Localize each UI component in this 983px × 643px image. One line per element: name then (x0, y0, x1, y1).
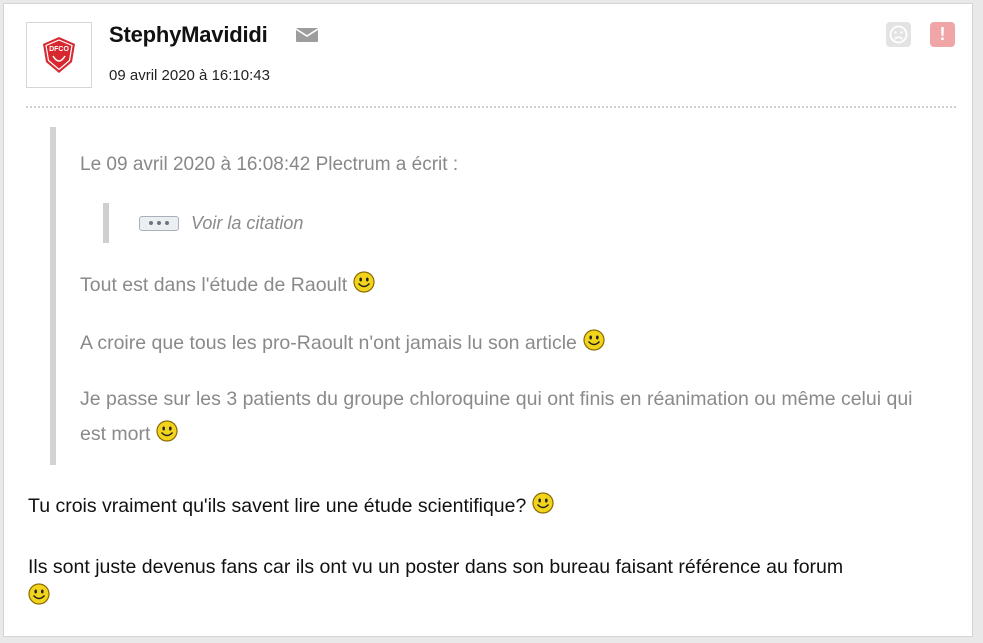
smiley-icon (156, 420, 179, 442)
smiley-icon (28, 583, 50, 605)
forum-post: DFCO StephyMavididi 09 avril 2020 à 16:1… (3, 3, 973, 637)
sad-face-icon[interactable] (886, 22, 911, 47)
quote-line: Tout est dans l'étude de Raoult (80, 271, 375, 297)
reply-line: Ils sont juste devenus fans car ils ont … (28, 552, 843, 612)
smiley-icon (583, 329, 605, 351)
quote-header: Le 09 avril 2020 à 16:08:42 Plectrum a é… (80, 154, 459, 175)
nested-quote: Voir la citation (103, 203, 303, 243)
envelope-icon[interactable] (296, 28, 318, 42)
quote-line: Je passe sur les 3 patients du groupe ch… (80, 388, 913, 445)
header-separator (26, 106, 956, 108)
post-author[interactable]: StephyMavididi (109, 22, 268, 48)
reply-line: Tu crois vraiment qu'ils savent lire une… (28, 492, 554, 518)
alert-icon[interactable]: ! (930, 22, 955, 47)
smiley-icon (353, 271, 375, 293)
avatar[interactable]: DFCO (26, 22, 92, 88)
avatar-logo-text: DFCO (49, 46, 69, 53)
expand-quote-button[interactable] (139, 215, 179, 231)
smiley-icon (532, 492, 554, 514)
post-date[interactable]: 09 avril 2020 à 16:10:43 (109, 67, 270, 84)
blockquote: Le 09 avril 2020 à 16:08:42 Plectrum a é… (50, 127, 930, 465)
dfco-logo-icon: DFCO (43, 37, 75, 73)
quote-line: A croire que tous les pro-Raoult n'ont j… (80, 329, 605, 355)
see-quote-link[interactable]: Voir la citation (191, 213, 303, 234)
